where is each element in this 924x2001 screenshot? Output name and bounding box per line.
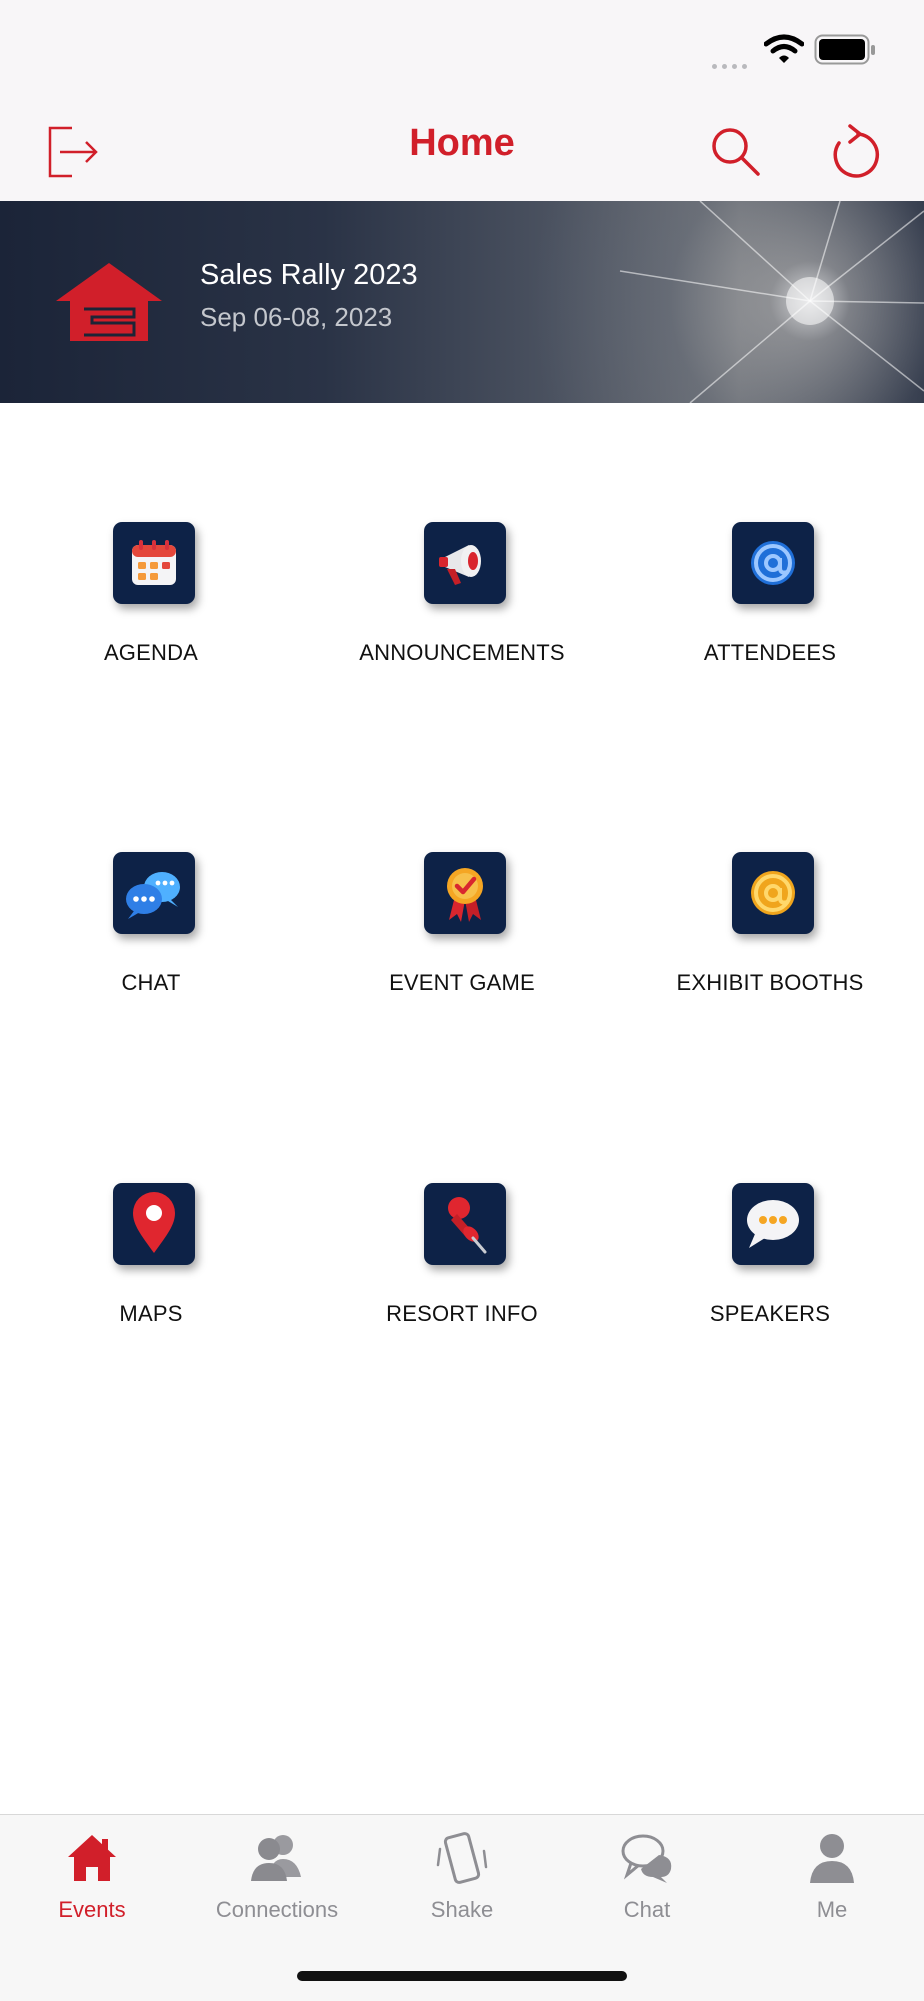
tile-speakers[interactable]: SPEAKERS (620, 1183, 920, 1363)
shake-phone-icon (436, 1832, 488, 1884)
lens-flare (619, 201, 924, 403)
refresh-button[interactable] (818, 116, 890, 188)
tile-chat[interactable]: CHAT (1, 852, 301, 1032)
tile-label: SPEAKERS (709, 1301, 831, 1326)
calendar-icon (113, 522, 195, 604)
award-ribbon-icon (424, 852, 506, 934)
wifi-icon (764, 34, 804, 63)
chat-bubbles-icon (113, 852, 195, 934)
tab-me[interactable]: Me (740, 1815, 924, 1925)
tab-label: Me (816, 1897, 848, 1922)
tile-agenda[interactable]: AGENDA (1, 522, 301, 702)
push-pin-icon (424, 1183, 506, 1265)
signal-dots-icon (712, 56, 756, 69)
tab-label: Events (58, 1897, 126, 1922)
tile-label: CHAT (121, 970, 181, 995)
tab-label: Chat (623, 1897, 671, 1922)
tile-maps[interactable]: MAPS (1, 1183, 301, 1363)
tile-resort-info[interactable]: RESORT INFO (312, 1183, 612, 1363)
page-title: Home (409, 122, 515, 164)
search-icon (712, 128, 760, 176)
tab-connections[interactable]: Connections (185, 1815, 369, 1925)
event-dates: Sep 06-08, 2023 (200, 302, 393, 332)
refresh-icon (833, 124, 880, 178)
tile-attendees[interactable]: ATTENDEES (620, 522, 920, 702)
chat-icon (621, 1834, 672, 1883)
house-logo-icon (56, 263, 162, 341)
tab-shake[interactable]: Shake (370, 1815, 554, 1925)
at-sign-gold-icon (732, 852, 814, 934)
tile-label: MAPS (119, 1301, 183, 1326)
people-icon (251, 1835, 301, 1881)
tile-label: EXHIBIT BOOTHS (676, 970, 864, 995)
tile-label: EVENT GAME (389, 970, 535, 995)
tile-event-game[interactable]: EVENT GAME (312, 852, 612, 1032)
tile-announcements[interactable]: ANNOUNCEMENTS (312, 522, 612, 702)
home-icon (68, 1835, 116, 1881)
speech-bubble-icon (732, 1183, 814, 1265)
tile-label: AGENDA (103, 640, 199, 665)
status-bar (0, 0, 924, 100)
tile-label: RESORT INFO (386, 1301, 538, 1326)
tab-events[interactable]: Events (0, 1815, 184, 1925)
event-title: Sales Rally 2023 (200, 259, 418, 291)
search-button[interactable] (700, 116, 772, 188)
tab-chat[interactable]: Chat (555, 1815, 739, 1925)
tile-label: ANNOUNCEMENTS (359, 640, 565, 665)
at-sign-icon (732, 522, 814, 604)
battery-icon (814, 34, 875, 65)
tile-exhibit-booths[interactable]: EXHIBIT BOOTHS (620, 852, 920, 1032)
megaphone-icon (424, 522, 506, 604)
tile-label: ATTENDEES (703, 640, 837, 665)
home-indicator (297, 1971, 627, 1981)
event-banner[interactable]: Sales Rally 2023 Sep 06-08, 2023 (0, 201, 924, 403)
map-pin-icon (113, 1183, 195, 1265)
tab-label: Connections (215, 1897, 339, 1922)
person-icon (810, 1834, 854, 1883)
tab-label: Shake (430, 1897, 494, 1922)
navigation-bar: Home (0, 100, 924, 201)
